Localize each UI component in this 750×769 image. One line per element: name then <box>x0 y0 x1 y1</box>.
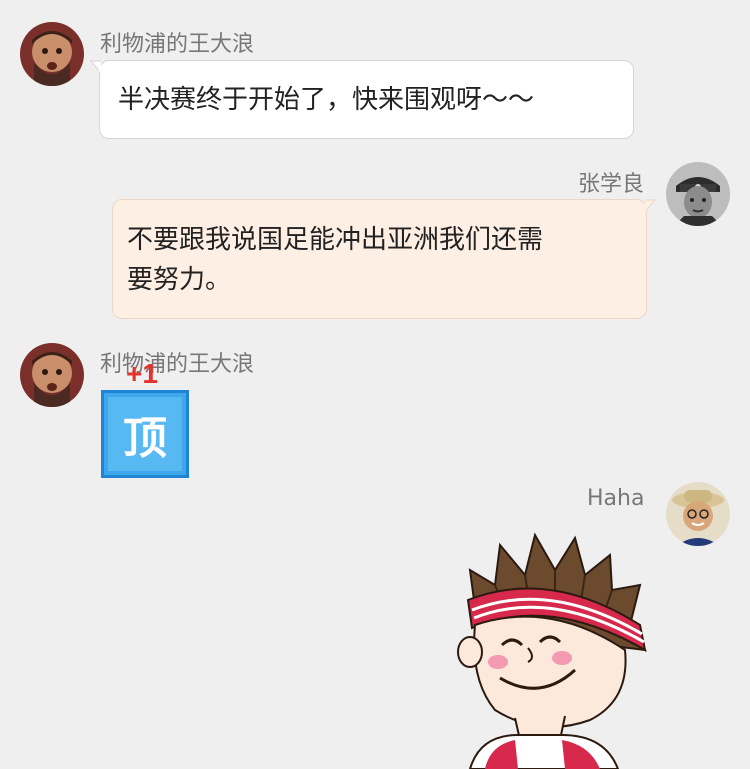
cartoon-boy-sticker[interactable] <box>440 530 665 769</box>
message-text-line: 不要跟我说国足能冲出亚洲我们还需 <box>127 225 544 255</box>
message-text-line: 要努力。 <box>127 265 232 295</box>
avatar-zhang-xueliang[interactable] <box>666 162 730 226</box>
avatar-liverpool-wang[interactable] <box>20 22 84 86</box>
bubble-tail <box>89 60 101 74</box>
sender-name: 利物浦的王大浪 <box>100 352 255 377</box>
bubble-tail <box>645 199 657 213</box>
avatar-liverpool-wang[interactable] <box>20 343 84 407</box>
message-text: 半决赛终于开始了，快来围观呀～～ <box>118 85 535 115</box>
sender-name: Haha <box>587 486 645 511</box>
message-bubble[interactable]: 不要跟我说国足能冲出亚洲我们还需 要努力。 <box>112 199 647 319</box>
sticker-ding[interactable]: 顶 <box>101 390 189 478</box>
sender-name: 利物浦的王大浪 <box>100 32 255 57</box>
avatar-haha[interactable] <box>666 482 730 546</box>
sender-name: 张学良 <box>578 172 645 197</box>
sticker-ding-text: 顶 <box>108 397 182 471</box>
message-bubble[interactable]: 半决赛终于开始了，快来围观呀～～ <box>99 60 634 139</box>
sticker-badge: +1 <box>126 358 158 389</box>
